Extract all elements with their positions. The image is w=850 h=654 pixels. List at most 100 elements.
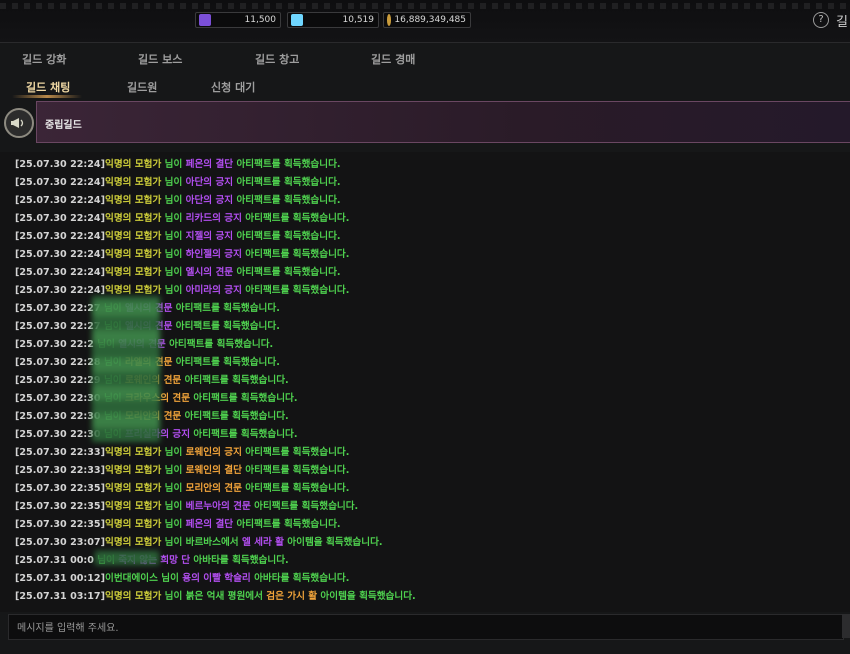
chat-message: [25.07.30 22:24]익명의 모험가 님이 페온의 결단 아티팩트를 … — [15, 156, 341, 174]
chat-segment: 님이 — [161, 213, 186, 224]
chat-segment: 아이템을 획득했습니다. — [283, 537, 383, 548]
chat-segment: 아티팩트를 획득했습니다. — [190, 429, 298, 440]
redacted-name-block — [95, 551, 159, 565]
chat-segment: [25.07.31 00:0 — [15, 555, 94, 566]
chat-segment: 익명의 모험가 — [105, 249, 162, 260]
chat-segment: 익명의 모험가 — [105, 537, 162, 548]
chat-segment: 아바타를 획득했습니다. — [190, 555, 289, 566]
chat-segment: 용의 이빨 학슬리 — [182, 573, 251, 584]
chat-segment: 익명의 모험가 — [105, 519, 162, 530]
primary-tabs: 길드 강화 길드 보스 길드 창고 길드 경매 — [0, 44, 850, 72]
chat-segment: 익명의 모험가 — [105, 231, 162, 242]
chat-message: [25.07.30 22:24]익명의 모험가 님이 리카드의 긍지 아티팩트를… — [15, 210, 349, 228]
chat-message: [25.07.31 03:17]익명의 모험가 님이 붉은 억새 평원에서 검은… — [15, 588, 416, 606]
tab-guild-upgrade[interactable]: 길드 강화 — [22, 51, 66, 67]
chat-segment: 익명의 모험가 — [105, 591, 162, 602]
chat-segment: 익명의 모험가 — [105, 285, 162, 296]
chat-segment: [25.07.30 22:24] — [15, 249, 105, 260]
chat-segment: 베르누아의 견문 — [185, 501, 251, 512]
chat-segment: 익명의 모험가 — [105, 465, 162, 476]
chat-segment: [25.07.30 22:35] — [15, 519, 105, 530]
message-input[interactable] — [9, 615, 850, 641]
tab-guild-members[interactable]: 길드원 — [127, 79, 157, 95]
chat-segment: 아티팩트를 획득했습니다. — [241, 447, 350, 458]
chat-segment: 아티팩트를 획득했습니다. — [181, 375, 289, 386]
chat-segment: 아티팩트를 획득했습니다. — [190, 393, 298, 404]
chat-segment: [25.07.30 22:35] — [15, 501, 105, 512]
tab-guild-boss[interactable]: 길드 보스 — [138, 51, 182, 67]
chat-message: [25.07.30 22:24]익명의 모험가 님이 하인젤의 긍지 아티팩트를… — [15, 246, 349, 264]
currency-gem: 10,519 — [287, 12, 379, 28]
chat-segment: 님이 붉은 억새 평원에서 — [161, 591, 267, 602]
chat-segment: 님이 — [161, 159, 186, 170]
gold-coin-icon — [387, 14, 392, 26]
chat-segment: 아티팩트를 획득했습니다. — [233, 231, 341, 242]
chat-segment: 익명의 모험가 — [105, 447, 162, 458]
chat-segment: 리카드의 긍지 — [185, 213, 242, 224]
chat-message: [25.07.30 22:24]익명의 모험가 님이 엘시의 견문 아티팩트를 … — [15, 264, 341, 282]
purple-crystal-icon — [199, 14, 211, 26]
chat-message: [25.07.30 22:24]익명의 모험가 님이 아단의 긍지 아티팩트를 … — [15, 174, 341, 192]
chat-segment: 아티팩트를 획득했습니다. — [241, 483, 350, 494]
chat-segment: 모리안의 견문 — [185, 483, 242, 494]
chat-segment: [25.07.30 22:30 — [15, 393, 101, 404]
chat-message: [25.07.30 22:33]익명의 모험가 님이 로웨인의 결단 아티팩트를… — [15, 462, 349, 480]
active-tab-indicator — [12, 95, 82, 98]
top-ornament — [0, 3, 850, 9]
chat-message: [25.07.30 22:24]익명의 모험가 님이 아단의 긍지 아티팩트를 … — [15, 192, 341, 210]
chat-segment: 님이 — [161, 483, 186, 494]
chat-segment: 익명의 모험가 — [105, 159, 162, 170]
chat-segment: 로웨인의 결단 — [185, 465, 242, 476]
chat-segment: [25.07.30 22:24] — [15, 267, 105, 278]
chat-segment: 엘 세라 활 — [241, 537, 284, 548]
scrollbar[interactable] — [842, 614, 850, 638]
chat-segment: [25.07.30 22:24] — [15, 231, 105, 242]
chat-segment: 님이 — [161, 177, 186, 188]
chat-segment: 익명의 모험가 — [105, 501, 162, 512]
chat-message: [25.07.30 22:33]익명의 모험가 님이 로웨인의 긍지 아티팩트를… — [15, 444, 349, 462]
chat-segment: [25.07.30 22:28 — [15, 357, 101, 368]
chat-message: [25.07.30 22:35]익명의 모험가 님이 모리안의 견문 아티팩트를… — [15, 480, 349, 498]
chat-segment: 익명의 모험가 — [105, 483, 162, 494]
tab-guild-storage[interactable]: 길드 창고 — [255, 51, 299, 67]
chat-segment: 아티팩트를 획득했습니다. — [233, 519, 341, 530]
chat-segment: 익명의 모험가 — [105, 213, 162, 224]
chat-segment: 님이 — [161, 465, 186, 476]
chat-segment: 페온의 결단 — [185, 159, 234, 170]
chat-segment: [25.07.31 00:12] — [15, 573, 105, 584]
chat-segment: [25.07.30 22:33] — [15, 447, 105, 458]
tab-guild-auction[interactable]: 길드 경매 — [371, 51, 415, 67]
chat-segment: 아티팩트를 획득했습니다. — [241, 213, 350, 224]
chat-segment: 님이 — [161, 195, 186, 206]
secondary-tabs: 길드 채팅 길드원 신청 대기 — [0, 72, 850, 100]
message-input-row — [8, 614, 850, 641]
chat-message: [25.07.30 22:35]익명의 모험가 님이 베르누아의 견문 아티팩트… — [15, 498, 358, 516]
chat-segment: [25.07.30 22:24] — [15, 195, 105, 206]
blue-gem-icon — [291, 14, 303, 26]
chat-segment: [25.07.30 22:24] — [15, 159, 105, 170]
tab-pending-requests[interactable]: 신청 대기 — [211, 79, 255, 95]
chat-segment: 아티팩트를 획득했습니다. — [181, 411, 289, 422]
chat-segment: [25.07.30 22:24] — [15, 177, 105, 188]
chat-segment: 이번대에이스 님이 — [105, 573, 183, 584]
chat-message: [25.07.30 22:24]익명의 모험가 님이 아미라의 긍지 아티팩트를… — [15, 282, 349, 300]
chat-segment: 아티팩트를 획득했습니다. — [241, 249, 350, 260]
tab-guild-chat[interactable]: 길드 채팅 — [26, 79, 70, 95]
chat-segment: 익명의 모험가 — [105, 267, 162, 278]
chat-segment: 아티팩트를 획득했습니다. — [172, 303, 280, 314]
chat-segment: 아티팩트를 획득했습니다. — [165, 339, 274, 350]
guild-name: 중립길드 — [45, 120, 82, 131]
megaphone-icon[interactable] — [4, 108, 34, 138]
chat-segment: 아티팩트를 획득했습니다. — [233, 159, 341, 170]
chat-segment: 아티팩트를 획득했습니다. — [233, 195, 341, 206]
help-icon[interactable]: ? — [813, 12, 829, 28]
chat-segment: 검은 가시 활 — [266, 591, 318, 602]
chat-segment: 아티팩트를 획득했습니다. — [172, 357, 280, 368]
chat-segment: [25.07.30 22:35] — [15, 483, 105, 494]
chat-segment: 아티팩트를 획득했습니다. — [250, 501, 359, 512]
chat-segment: 님이 — [161, 447, 186, 458]
chat-segment: [25.07.30 22:30 — [15, 411, 101, 422]
chat-segment: [25.07.30 22:27 — [15, 303, 101, 314]
chat-message: [25.07.30 22:35]익명의 모험가 님이 페온의 결단 아티팩트를 … — [15, 516, 341, 534]
chat-segment: [25.07.30 22:29 — [15, 375, 101, 386]
